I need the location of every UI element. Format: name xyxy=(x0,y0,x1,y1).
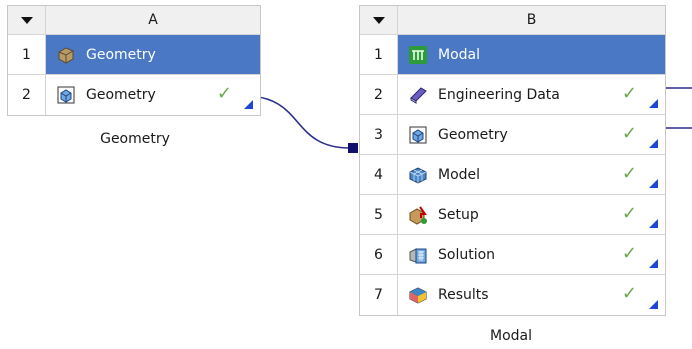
cell-label: Geometry xyxy=(438,126,508,143)
row-number: 3 xyxy=(360,115,398,154)
update-marker-icon xyxy=(649,139,658,148)
cell-model[interactable]: Model ✓ xyxy=(398,155,665,194)
system-b-row-5[interactable]: 5 Setup ✓ xyxy=(360,195,665,235)
row-number: 5 xyxy=(360,195,398,234)
cell-setup[interactable]: Setup ✓ xyxy=(398,195,665,234)
update-marker-icon xyxy=(649,259,658,268)
model-mesh-icon xyxy=(407,164,429,186)
cell-label: Results xyxy=(438,287,489,303)
cell-geometry[interactable]: Geometry ✓ xyxy=(398,115,665,154)
link-endpoint-square[interactable] xyxy=(348,143,358,153)
cell-label: Engineering Data xyxy=(438,86,560,103)
row-number: 6 xyxy=(360,235,398,274)
system-a-caption[interactable]: Geometry xyxy=(85,131,185,147)
cell-results[interactable]: Results ✓ xyxy=(398,275,665,315)
system-b-letter: B xyxy=(398,6,665,34)
update-marker-icon xyxy=(244,100,253,109)
cell-geometry[interactable]: Geometry ✓ xyxy=(46,75,260,115)
geometry-cube-icon xyxy=(55,84,77,106)
cell-label: Solution xyxy=(438,246,496,263)
system-b-modal[interactable]: B 1 Modal 2 Engineering Data ✓ 3 Geometr… xyxy=(359,5,666,316)
system-b-row-3[interactable]: 3 Geometry ✓ xyxy=(360,115,665,155)
modal-icon xyxy=(407,44,429,66)
cell-engineering-data[interactable]: Engineering Data ✓ xyxy=(398,75,665,114)
system-a-row-2[interactable]: 2 Geometry ✓ xyxy=(8,75,260,115)
cell-label: Setup xyxy=(438,206,479,223)
update-marker-icon xyxy=(649,179,658,188)
engineering-data-icon xyxy=(407,84,429,106)
up-to-date-check-icon: ✓ xyxy=(216,83,232,104)
system-a-header: A xyxy=(8,6,260,35)
system-b-menu-button[interactable] xyxy=(360,6,398,34)
system-b-row-6[interactable]: 6 Solution ✓ xyxy=(360,235,665,275)
dropdown-arrow-icon xyxy=(20,16,33,24)
results-icon xyxy=(407,284,429,306)
cell-label: Geometry xyxy=(86,46,156,63)
system-b-row-1[interactable]: 1 Modal xyxy=(360,35,665,75)
setup-icon xyxy=(407,204,429,226)
up-to-date-check-icon: ✓ xyxy=(621,163,637,184)
geometry-cube-icon xyxy=(407,124,429,146)
cell-geometry-title[interactable]: Geometry xyxy=(46,35,260,74)
system-a-row-1[interactable]: 1 Geometry xyxy=(8,35,260,75)
row-number: 2 xyxy=(360,75,398,114)
update-marker-icon xyxy=(649,99,658,108)
row-number: 7 xyxy=(360,275,398,315)
row-number: 2 xyxy=(8,75,46,115)
geometry-solid-icon xyxy=(55,44,77,66)
system-b-row-2[interactable]: 2 Engineering Data ✓ xyxy=(360,75,665,115)
cell-label: Geometry xyxy=(86,87,156,103)
up-to-date-check-icon: ✓ xyxy=(621,123,637,144)
update-marker-icon xyxy=(649,300,658,309)
system-a-menu-button[interactable] xyxy=(8,6,46,34)
system-a-geometry[interactable]: A 1 Geometry 2 Geometry ✓ xyxy=(7,5,261,116)
system-b-caption[interactable]: Modal xyxy=(461,328,561,344)
cell-solution[interactable]: Solution ✓ xyxy=(398,235,665,274)
cell-label: Modal xyxy=(438,46,480,63)
system-b-header: B xyxy=(360,6,665,35)
update-marker-icon xyxy=(649,219,658,228)
system-a-letter: A xyxy=(46,6,260,34)
system-b-row-7[interactable]: 7 Results ✓ xyxy=(360,275,665,315)
cell-modal-title[interactable]: Modal xyxy=(398,35,665,74)
cell-label: Model xyxy=(438,166,481,183)
dropdown-arrow-icon xyxy=(372,16,385,24)
up-to-date-check-icon: ✓ xyxy=(621,203,637,224)
row-number: 1 xyxy=(360,35,398,74)
row-number: 4 xyxy=(360,155,398,194)
up-to-date-check-icon: ✓ xyxy=(621,243,637,264)
solution-icon xyxy=(407,244,429,266)
up-to-date-check-icon: ✓ xyxy=(621,83,637,104)
up-to-date-check-icon: ✓ xyxy=(621,283,637,304)
row-number: 1 xyxy=(8,35,46,74)
system-b-row-4[interactable]: 4 Model ✓ xyxy=(360,155,665,195)
